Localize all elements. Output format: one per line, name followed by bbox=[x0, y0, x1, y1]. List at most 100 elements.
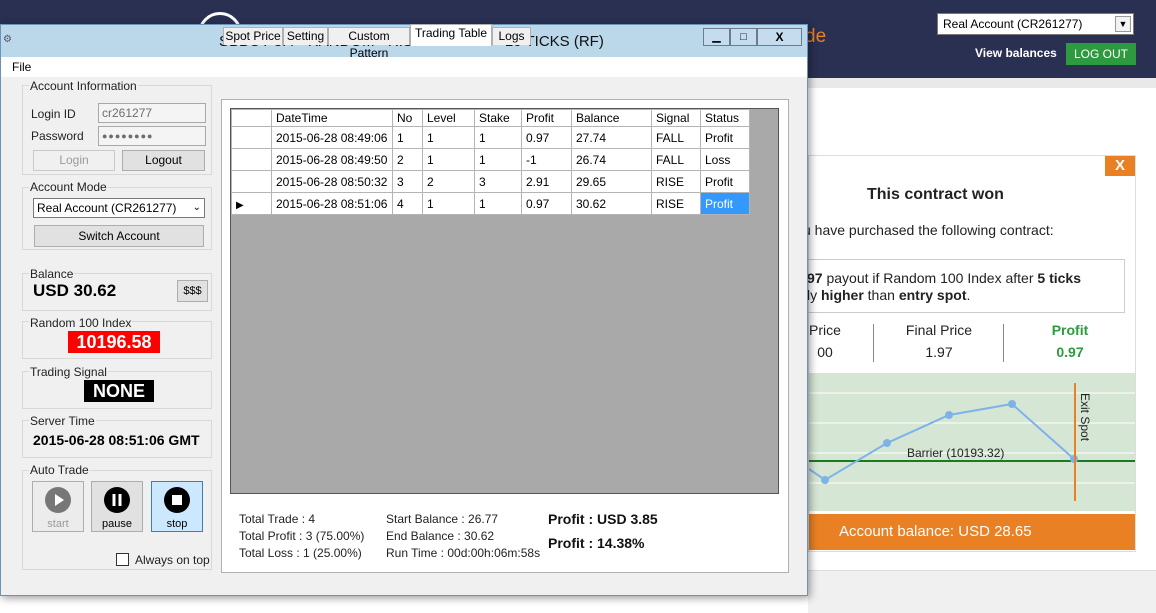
row-header[interactable]: ▶ bbox=[231, 192, 272, 215]
final-price-label: Final Price bbox=[905, 322, 973, 338]
password-field[interactable]: ●●●●●●●● bbox=[98, 126, 206, 146]
table-row[interactable]: 2015-06-28 08:50:32 3 2 3 2.91 29.65 RIS… bbox=[231, 170, 750, 193]
cell-stake[interactable]: 1 bbox=[474, 192, 522, 215]
table-header-row: DateTime No Level Stake Profit Balance S… bbox=[231, 109, 750, 127]
switch-account-button[interactable]: Switch Account bbox=[34, 225, 204, 247]
start-label: start bbox=[47, 518, 69, 530]
cell-profit[interactable]: 0.97 bbox=[521, 126, 572, 149]
row-header[interactable] bbox=[231, 170, 272, 193]
table-row[interactable]: 2015-06-28 08:49:50 2 1 1 -1 26.74 FALL … bbox=[231, 148, 750, 171]
table-row[interactable]: 2015-06-28 08:49:06 1 1 1 0.97 27.74 FAL… bbox=[231, 126, 750, 149]
cell-balance[interactable]: 29.65 bbox=[571, 170, 652, 193]
tab-setting[interactable]: Setting bbox=[283, 27, 328, 45]
stop-button[interactable]: stop bbox=[151, 481, 203, 532]
tab-trading-table[interactable]: Trading Table bbox=[410, 24, 492, 46]
payout-text: payout if Random 100 Index after bbox=[822, 270, 1038, 286]
menu-file[interactable]: File bbox=[12, 60, 31, 74]
trading-signal-value: NONE bbox=[84, 380, 154, 402]
column-header[interactable]: Level bbox=[422, 109, 475, 127]
account-mode-select[interactable]: Real Account (CR261277) ⌄ bbox=[33, 198, 205, 218]
cell-balance[interactable]: 27.74 bbox=[571, 126, 652, 149]
cell-level[interactable]: 1 bbox=[422, 126, 475, 149]
column-header[interactable]: Balance bbox=[571, 109, 652, 127]
trading-table: DateTime No Level Stake Profit Balance S… bbox=[231, 109, 750, 215]
profit-value: 0.97 bbox=[1056, 344, 1084, 360]
cell-status-selected[interactable]: Profit bbox=[700, 192, 750, 215]
direction-text: higher bbox=[821, 287, 864, 303]
cell-datetime[interactable]: 2015-06-28 08:49:06 bbox=[271, 126, 393, 149]
trading-table-grid[interactable]: DateTime No Level Stake Profit Balance S… bbox=[230, 108, 779, 494]
cell-level[interactable]: 1 bbox=[422, 192, 475, 215]
close-button[interactable]: X bbox=[757, 28, 802, 46]
account-mode-value: Real Account (CR261277) bbox=[37, 201, 177, 215]
view-balances-link[interactable]: View balances bbox=[975, 46, 1057, 60]
cell-stake[interactable]: 3 bbox=[474, 170, 522, 193]
cell-stake[interactable]: 1 bbox=[474, 148, 522, 171]
payout-amount: 97 bbox=[807, 270, 823, 286]
table-row-selected[interactable]: ▶ 2015-06-28 08:51:06 4 1 1 0.97 30.62 R… bbox=[231, 192, 750, 215]
pause-button[interactable]: pause bbox=[91, 481, 143, 532]
menu-bar: File bbox=[1, 57, 807, 77]
run-time: Run Time : 00d:00h:06m:58s bbox=[386, 546, 541, 560]
balance-refresh-button[interactable]: $$$ bbox=[177, 280, 208, 302]
cell-status[interactable]: Profit bbox=[700, 170, 750, 193]
index-value: 10196.58 bbox=[68, 331, 160, 353]
row-header[interactable] bbox=[231, 126, 272, 149]
account-information-label: Account Information bbox=[29, 79, 138, 93]
cell-profit[interactable]: 0.97 bbox=[521, 192, 572, 215]
cell-no[interactable]: 1 bbox=[392, 126, 423, 149]
cell-stake[interactable]: 1 bbox=[474, 126, 522, 149]
maximize-button[interactable]: □ bbox=[730, 28, 757, 46]
cell-balance[interactable]: 30.62 bbox=[571, 192, 652, 215]
column-header[interactable]: Stake bbox=[474, 109, 522, 127]
cell-no[interactable]: 2 bbox=[392, 148, 423, 171]
website-logout-button[interactable]: LOG OUT bbox=[1066, 43, 1136, 65]
cell-datetime[interactable]: 2015-06-28 08:49:50 bbox=[271, 148, 393, 171]
cell-signal[interactable]: FALL bbox=[651, 126, 701, 149]
start-button[interactable]: start bbox=[32, 481, 84, 532]
tab-spot-price[interactable]: Spot Price bbox=[223, 27, 283, 45]
cell-profit[interactable]: -1 bbox=[521, 148, 572, 171]
login-button[interactable]: Login bbox=[33, 150, 115, 171]
login-id-label: Login ID bbox=[31, 107, 76, 121]
dialog-close-button[interactable]: X bbox=[1105, 156, 1135, 176]
column-header[interactable]: Signal bbox=[651, 109, 701, 127]
profit-usd: Profit : USD 3.85 bbox=[548, 511, 658, 527]
column-header[interactable]: Profit bbox=[521, 109, 572, 127]
column-divider bbox=[1003, 324, 1004, 362]
total-profit: Total Profit : 3 (75.00%) bbox=[239, 529, 365, 543]
cell-balance[interactable]: 26.74 bbox=[571, 148, 652, 171]
play-icon bbox=[45, 487, 71, 513]
chevron-down-icon: ▼ bbox=[1115, 16, 1131, 32]
cell-profit[interactable]: 2.91 bbox=[521, 170, 572, 193]
cell-signal[interactable]: RISE bbox=[651, 170, 701, 193]
cell-datetime[interactable]: 2015-06-28 08:50:32 bbox=[271, 170, 393, 193]
tab-custom-pattern[interactable]: Custom Pattern bbox=[328, 27, 410, 60]
cell-no[interactable]: 3 bbox=[392, 170, 423, 193]
logout-button[interactable]: Logout bbox=[122, 150, 205, 171]
cell-signal[interactable]: FALL bbox=[651, 148, 701, 171]
cell-no[interactable]: 4 bbox=[392, 192, 423, 215]
row-header[interactable] bbox=[231, 148, 272, 171]
cell-signal[interactable]: RISE bbox=[651, 192, 701, 215]
cell-status[interactable]: Loss bbox=[700, 148, 750, 171]
login-id-field[interactable]: cr261277 bbox=[98, 103, 206, 123]
cell-datetime[interactable]: 2015-06-28 08:51:06 bbox=[271, 192, 393, 215]
website-footer bbox=[808, 570, 1156, 613]
cell-level[interactable]: 2 bbox=[422, 170, 475, 193]
column-header[interactable]: DateTime bbox=[271, 109, 393, 127]
profit-percent: Profit : 14.38% bbox=[548, 535, 645, 551]
tab-logs[interactable]: Logs bbox=[492, 27, 531, 45]
pause-label: pause bbox=[102, 518, 132, 530]
barrier-label: Barrier (10193.32) bbox=[907, 446, 1004, 460]
always-on-top-checkbox[interactable] bbox=[116, 553, 129, 566]
website-account-select[interactable]: Real Account (CR261277) ▼ bbox=[937, 13, 1134, 35]
column-header[interactable]: Status bbox=[700, 109, 750, 127]
column-header[interactable]: No bbox=[392, 109, 423, 127]
entry-price-value: 00 bbox=[817, 344, 833, 360]
line2-text-end: . bbox=[966, 287, 971, 303]
minimize-button[interactable]: ▁ bbox=[703, 28, 730, 46]
cell-status[interactable]: Profit bbox=[700, 126, 750, 149]
stop-icon bbox=[164, 487, 190, 513]
cell-level[interactable]: 1 bbox=[422, 148, 475, 171]
